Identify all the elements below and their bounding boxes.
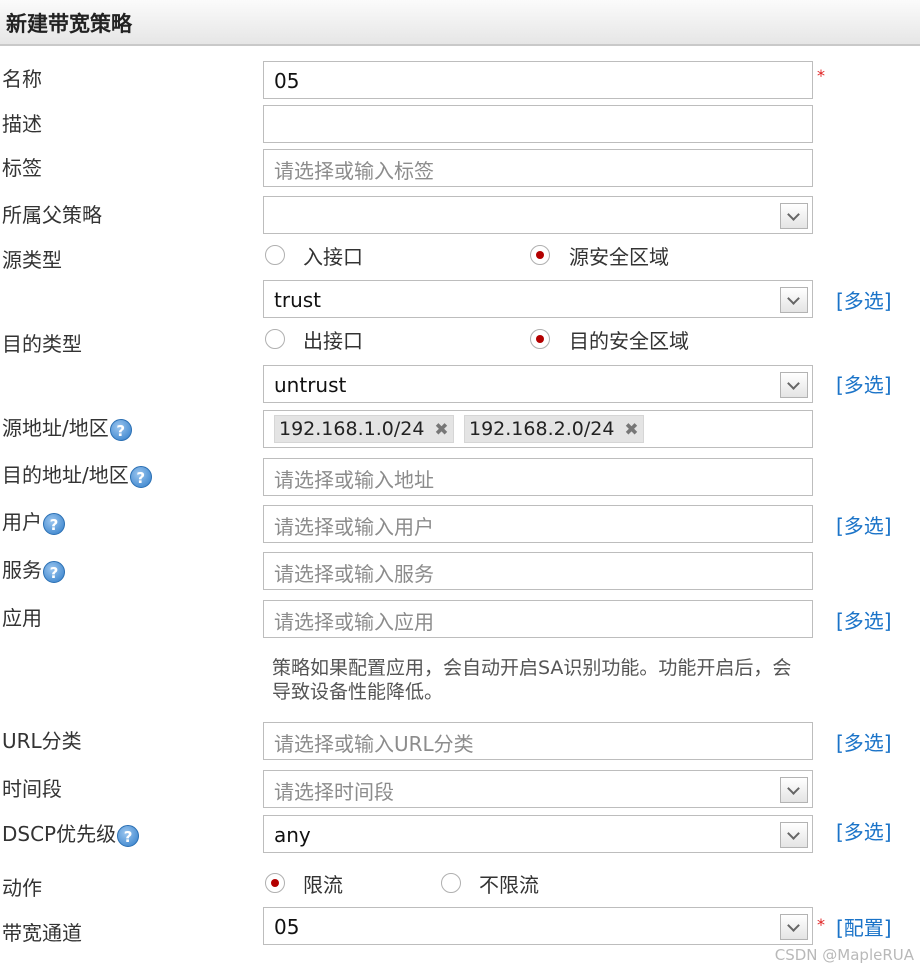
user-label: 用户? [2, 506, 65, 535]
bandwidth-channel-label: 带宽通道 [2, 921, 82, 945]
destination-address-label: 目的地址/地区? [2, 459, 152, 488]
name-input[interactable]: 05 [263, 61, 813, 99]
name-value: 05 [274, 69, 300, 93]
source-address-label-text: 源地址/地区 [2, 416, 109, 440]
chevron-down-icon[interactable] [780, 822, 808, 848]
radio-source-interface-label[interactable]: 入接口 [303, 241, 363, 270]
url-category-placeholder: 请选择或输入URL分类 [274, 732, 474, 756]
watermark: CSDN @MapleRUA [774, 946, 914, 964]
radio-destination-interface[interactable] [265, 329, 285, 349]
dscp-priority-select[interactable]: any [263, 815, 813, 853]
bandwidth-channel-select[interactable]: 05 [263, 907, 813, 945]
source-zone-value: trust [274, 288, 322, 312]
bandwidth-channel-value: 05 [274, 915, 300, 939]
application-input[interactable]: 请选择或输入应用 [263, 600, 813, 638]
tag-placeholder: 请选择或输入标签 [274, 159, 434, 183]
required-mark-name: * [817, 66, 825, 85]
user-multi-select-link[interactable]: [多选] [836, 510, 892, 539]
chevron-down-icon[interactable] [780, 777, 808, 803]
name-label: 名称 [2, 67, 42, 91]
service-label: 服务? [2, 554, 65, 583]
time-range-label: 时间段 [2, 777, 62, 801]
time-range-select[interactable]: 请选择时间段 [263, 770, 813, 808]
radio-source-zone[interactable] [530, 245, 550, 265]
url-category-label: URL分类 [2, 729, 82, 753]
radio-source-interface[interactable] [265, 245, 285, 265]
remove-tag-icon[interactable]: ✖ [434, 420, 448, 440]
radio-limit[interactable] [265, 873, 285, 893]
destination-zone-multi-select-link[interactable]: [多选] [836, 369, 892, 398]
help-icon[interactable]: ? [109, 418, 132, 441]
help-icon[interactable]: ? [129, 465, 152, 488]
source-address-input[interactable]: 192.168.1.0/24 ✖ 192.168.2.0/24 ✖ [263, 410, 813, 448]
address-tag: 192.168.2.0/24 ✖ [464, 415, 644, 443]
help-icon[interactable]: ? [43, 512, 65, 535]
destination-type-label: 目的类型 [2, 332, 82, 356]
source-zone-select[interactable]: trust [263, 280, 813, 318]
destination-address-placeholder: 请选择或输入地址 [274, 468, 434, 492]
destination-zone-select[interactable]: untrust [263, 365, 813, 403]
destination-address-input[interactable]: 请选择或输入地址 [263, 458, 813, 496]
url-category-input[interactable]: 请选择或输入URL分类 [263, 722, 813, 760]
source-address-label: 源地址/地区? [2, 412, 132, 441]
action-label: 动作 [2, 876, 42, 900]
dscp-multi-select-link[interactable]: [多选] [836, 816, 892, 845]
chevron-down-icon[interactable] [780, 287, 808, 313]
chevron-down-icon[interactable] [780, 372, 808, 398]
description-input[interactable] [263, 105, 813, 143]
dscp-priority-value: any [274, 823, 311, 847]
radio-source-zone-label[interactable]: 源安全区域 [569, 241, 669, 270]
remove-tag-icon[interactable]: ✖ [624, 420, 638, 440]
chevron-down-icon[interactable] [780, 914, 808, 940]
destination-address-label-text: 目的地址/地区 [2, 463, 129, 487]
help-icon[interactable]: ? [43, 560, 65, 583]
application-multi-select-link[interactable]: [多选] [836, 605, 892, 634]
source-type-label: 源类型 [2, 248, 62, 272]
radio-destination-interface-label[interactable]: 出接口 [303, 325, 363, 354]
bandwidth-channel-config-link[interactable]: [配置] [836, 912, 892, 941]
radio-no-limit[interactable] [441, 873, 461, 893]
tag-input[interactable]: 请选择或输入标签 [263, 149, 813, 187]
user-input[interactable]: 请选择或输入用户 [263, 505, 813, 543]
application-note: 策略如果配置应用，会自动开启SA识别功能。功能开启后，会导致设备性能降低。 [272, 657, 792, 703]
user-label-text: 用户 [2, 510, 42, 534]
radio-limit-label[interactable]: 限流 [303, 869, 343, 898]
url-category-multi-select-link[interactable]: [多选] [836, 727, 892, 756]
source-zone-multi-select-link[interactable]: [多选] [836, 285, 892, 314]
service-input[interactable]: 请选择或输入服务 [263, 552, 813, 590]
description-label: 描述 [2, 112, 42, 136]
user-placeholder: 请选择或输入用户 [274, 515, 434, 539]
application-placeholder: 请选择或输入应用 [274, 610, 434, 634]
parent-policy-select[interactable] [263, 196, 813, 234]
address-tag: 192.168.1.0/24 ✖ [274, 415, 454, 443]
dscp-priority-label: DSCP优先级? [2, 818, 140, 847]
tag-label: 标签 [2, 156, 42, 180]
required-mark-channel: * [817, 915, 825, 934]
chevron-down-icon[interactable] [780, 203, 808, 229]
radio-destination-zone-label[interactable]: 目的安全区域 [569, 325, 689, 354]
parent-policy-label: 所属父策略 [2, 203, 102, 227]
service-placeholder: 请选择或输入服务 [274, 562, 434, 586]
radio-no-limit-label[interactable]: 不限流 [479, 869, 539, 898]
dialog-title-bar: 新建带宽策略 [0, 0, 920, 46]
radio-destination-zone[interactable] [530, 329, 550, 349]
time-range-placeholder: 请选择时间段 [274, 780, 394, 804]
address-tag-label: 192.168.2.0/24 [469, 418, 615, 440]
dialog-title: 新建带宽策略 [6, 12, 132, 36]
help-icon[interactable]: ? [117, 824, 140, 847]
service-label-text: 服务 [2, 558, 42, 582]
destination-zone-value: untrust [274, 373, 347, 397]
dscp-priority-label-text: DSCP优先级 [2, 822, 117, 846]
application-label: 应用 [2, 606, 42, 630]
address-tag-label: 192.168.1.0/24 [279, 418, 425, 440]
